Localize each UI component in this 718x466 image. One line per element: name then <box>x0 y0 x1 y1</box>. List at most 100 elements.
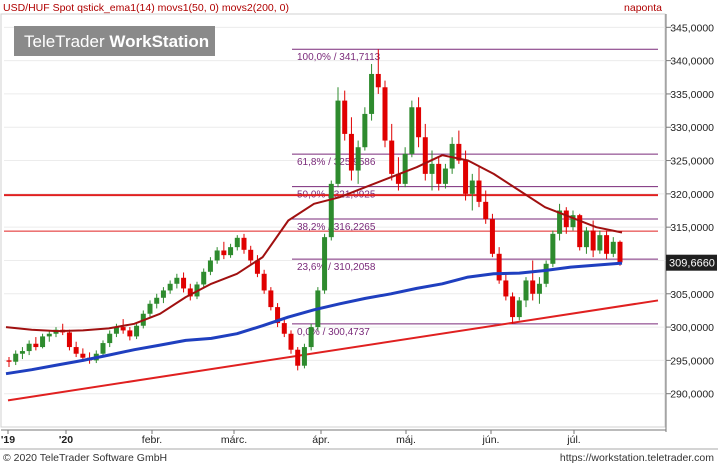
candle-body <box>288 333 294 350</box>
copyright: © 2020 TeleTrader Software GmbH <box>3 452 167 464</box>
candle-body <box>241 237 247 250</box>
candle-body <box>369 73 375 114</box>
y-tick-label: 345,0000 <box>670 22 714 34</box>
x-tick-label: márc. <box>221 434 247 446</box>
candle-body <box>147 303 153 314</box>
x-tick-label: febr. <box>142 434 162 446</box>
candle-body <box>597 235 603 251</box>
candle-body <box>422 137 428 174</box>
candle-body <box>268 290 274 308</box>
y-tick-label: 325,0000 <box>670 156 714 168</box>
y-tick-label: 340,0000 <box>670 56 714 68</box>
y-tick-label: 315,0000 <box>670 222 714 234</box>
x-tick-label: júl. <box>566 434 580 446</box>
period-label: naponta <box>624 2 662 14</box>
last-price-value: 309,6660 <box>669 258 715 270</box>
candle-body <box>281 323 287 334</box>
candle-body <box>301 347 307 366</box>
candle-body <box>523 280 529 301</box>
candle-body <box>308 327 314 348</box>
fibonacci-label: 23,6% / 310,2058 <box>297 262 376 273</box>
candle-body <box>181 277 187 289</box>
candle-body <box>416 107 422 138</box>
x-tick-label: '19 <box>1 434 15 446</box>
candle-body <box>33 343 39 348</box>
candle-body <box>207 260 213 272</box>
candle-body <box>295 349 301 366</box>
y-axis-ticks: 290,0000295,0000300,0000305,0000310,0000… <box>666 22 714 401</box>
candle-body <box>328 183 334 238</box>
candle-body <box>127 330 133 337</box>
candle-body <box>436 163 442 184</box>
candle-body <box>342 100 348 134</box>
y-tick-label: 335,0000 <box>670 89 714 101</box>
candle-body <box>382 87 388 141</box>
watermark-light: TeleTrader <box>24 32 105 51</box>
candle-body <box>322 237 328 291</box>
y-tick-label: 295,0000 <box>670 355 714 367</box>
candle-body <box>73 347 79 354</box>
candle-body <box>536 283 542 294</box>
y-tick-label: 305,0000 <box>670 289 714 301</box>
y-tick-label: 290,0000 <box>670 389 714 401</box>
candle-body <box>107 333 113 344</box>
x-tick-label: '20 <box>59 434 73 446</box>
candle-body <box>402 153 408 184</box>
candle-body <box>389 140 395 174</box>
candle-body <box>355 147 361 171</box>
candle-body <box>174 277 180 284</box>
candle-body <box>362 113 368 148</box>
candle-body <box>13 353 19 362</box>
candle-body <box>6 360 12 362</box>
fibonacci-label: 0,0% / 300,4737 <box>297 327 370 338</box>
candle-body <box>516 300 522 318</box>
last-price-tag: 309,6660 <box>666 254 717 271</box>
watermark-bold: WorkStation <box>109 32 209 51</box>
candle-body <box>503 280 509 297</box>
candle-body <box>469 180 475 194</box>
chart-title: USD/HUF Spot qstick_ema1(14) movs1(50, 0… <box>3 2 289 14</box>
candle-body <box>167 283 173 291</box>
candle-body <box>234 237 240 248</box>
x-tick-label: jún. <box>482 434 500 446</box>
candle-body <box>610 241 616 254</box>
x-tick-label: máj. <box>396 434 416 446</box>
candle-body <box>442 168 448 184</box>
candle-body <box>550 233 556 264</box>
candle-body <box>261 273 267 291</box>
candle-body <box>19 351 25 354</box>
candle-body <box>463 160 469 194</box>
candle-body <box>160 290 166 298</box>
x-axis-ticks: '19 '20 febr. márc. ápr. máj. jún. júl. <box>1 430 581 446</box>
candle-body <box>489 219 495 254</box>
candle-body <box>617 241 623 263</box>
candle-body <box>590 230 596 251</box>
watermark-text: TeleTrader WorkStation <box>24 32 209 51</box>
candle-body <box>40 336 46 348</box>
candle-body <box>348 133 354 171</box>
candle-body <box>583 230 589 248</box>
candle-body <box>46 333 52 337</box>
candle-body <box>483 201 489 220</box>
candle-body <box>214 250 220 261</box>
candlestick-chart: 100,0% / 341,711361,8% / 325,958650,0% /… <box>0 2 718 464</box>
candle-body <box>496 253 502 281</box>
candle-body <box>248 249 254 261</box>
candle-body <box>221 250 227 256</box>
y-tick-label: 330,0000 <box>670 122 714 134</box>
candle-body <box>154 297 160 304</box>
y-tick-label: 320,0000 <box>670 189 714 201</box>
candle-body <box>80 353 86 358</box>
candle-body <box>100 343 106 354</box>
candle-body <box>201 271 207 285</box>
candle-body <box>134 325 140 337</box>
x-tick-label: ápr. <box>312 434 330 446</box>
candle-body <box>510 296 516 318</box>
candle-body <box>228 247 234 256</box>
candle-body <box>120 327 126 331</box>
candle-body <box>409 107 415 154</box>
candle-body <box>429 163 435 174</box>
fibonacci-label: 100,0% / 341,7113 <box>297 52 381 63</box>
footer-url[interactable]: https://workstation.teletrader.com <box>560 452 714 464</box>
watermark: TeleTrader WorkStation <box>14 26 215 56</box>
